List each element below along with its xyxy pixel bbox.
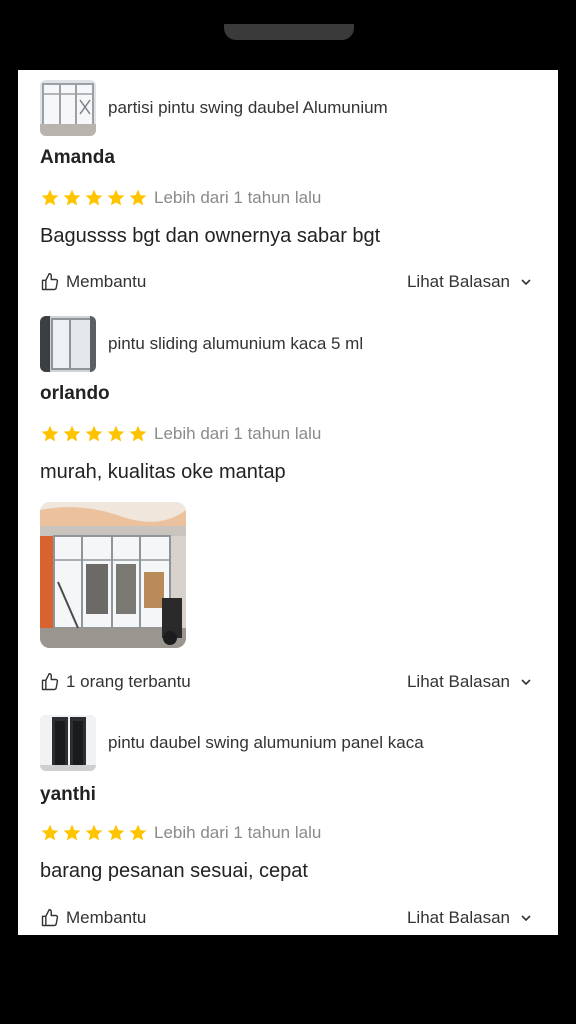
star-icon — [85, 189, 103, 206]
sliding-door-image — [40, 316, 96, 372]
swing-door-image — [40, 715, 96, 771]
product-link[interactable]: pintu sliding alumunium kaca 5 ml — [40, 316, 363, 372]
star-icon — [85, 824, 103, 841]
rating-row: Lebih dari 1 tahun lalu — [40, 423, 321, 445]
helpful-button[interactable]: Membantu — [40, 908, 146, 928]
view-replies-button[interactable]: Lihat Balasan — [407, 908, 532, 928]
view-replies-label: Lihat Balasan — [406, 272, 510, 291]
star-icon — [107, 189, 125, 206]
rating-row: Lebih dari 1 tahun lalu — [40, 822, 321, 844]
rating-row: Lebih dari 1 tahun lalu — [40, 187, 321, 209]
star-icon — [63, 189, 81, 206]
helpful-button[interactable]: Membantu — [40, 272, 146, 292]
star-icon — [41, 425, 59, 442]
reviewer-name: Amanda — [40, 147, 115, 168]
star-icon — [129, 824, 147, 841]
product-name: pintu daubel swing alumunium panel kaca — [108, 733, 424, 752]
view-replies-label: Lihat Balasan — [406, 908, 510, 927]
review-time: Lebih dari 1 tahun lalu — [154, 424, 322, 443]
reviewer-name: yanthi — [40, 784, 96, 805]
reviewer-name: orlando — [40, 383, 110, 404]
product-thumbnail — [40, 80, 96, 136]
review-time: Lebih dari 1 tahun lalu — [154, 823, 322, 842]
star-icon — [63, 824, 81, 841]
helpful-label: 1 orang terbantu — [66, 672, 191, 691]
product-thumbnail — [40, 316, 96, 372]
helpful-label: Membantu — [66, 272, 147, 291]
product-name: pintu sliding alumunium kaca 5 ml — [108, 334, 364, 353]
star-rating — [40, 188, 148, 208]
star-rating — [40, 823, 148, 843]
review-comment: Bagussss bgt dan ownernya sabar bgt — [40, 225, 381, 247]
review-actions: Membantu Lihat Balasan — [40, 906, 532, 930]
review-comment: barang pesanan sesuai, cepat — [40, 860, 308, 882]
star-icon — [63, 425, 81, 442]
review-actions: Membantu Lihat Balasan — [40, 270, 532, 294]
review-photo[interactable] — [40, 502, 186, 648]
chevron-down-icon — [521, 915, 531, 922]
chevron-down-icon — [521, 279, 531, 286]
view-replies-label: Lihat Balasan — [406, 672, 510, 691]
door-partition-image — [40, 80, 96, 136]
view-replies-button[interactable]: Lihat Balasan — [407, 672, 532, 692]
product-thumbnail — [40, 715, 96, 771]
device-notch — [224, 24, 354, 40]
review-comment: murah, kualitas oke mantap — [40, 461, 286, 483]
thumbs-up-icon — [41, 672, 59, 691]
helpful-button[interactable]: 1 orang terbantu — [40, 672, 191, 692]
view-replies-button[interactable]: Lihat Balasan — [407, 272, 532, 292]
review-list[interactable]: partisi pintu swing daubel Alumunium Ama… — [18, 70, 558, 935]
star-icon — [129, 425, 147, 442]
star-icon — [85, 425, 103, 442]
star-icon — [129, 189, 147, 206]
review-time: Lebih dari 1 tahun lalu — [154, 188, 322, 207]
product-link[interactable]: partisi pintu swing daubel Alumunium — [40, 80, 388, 136]
product-link[interactable]: pintu daubel swing alumunium panel kaca — [40, 715, 424, 771]
star-rating — [40, 424, 148, 444]
product-name: partisi pintu swing daubel Alumunium — [108, 98, 388, 117]
chevron-down-icon — [521, 679, 531, 686]
star-icon — [107, 425, 125, 442]
review-actions: 1 orang terbantu Lihat Balasan — [40, 670, 532, 694]
storefront-photo — [40, 502, 186, 648]
thumbs-up-icon — [41, 272, 59, 291]
star-icon — [107, 824, 125, 841]
helpful-label: Membantu — [66, 908, 147, 927]
thumbs-up-icon — [41, 908, 59, 927]
star-icon — [41, 824, 59, 841]
star-icon — [41, 189, 59, 206]
